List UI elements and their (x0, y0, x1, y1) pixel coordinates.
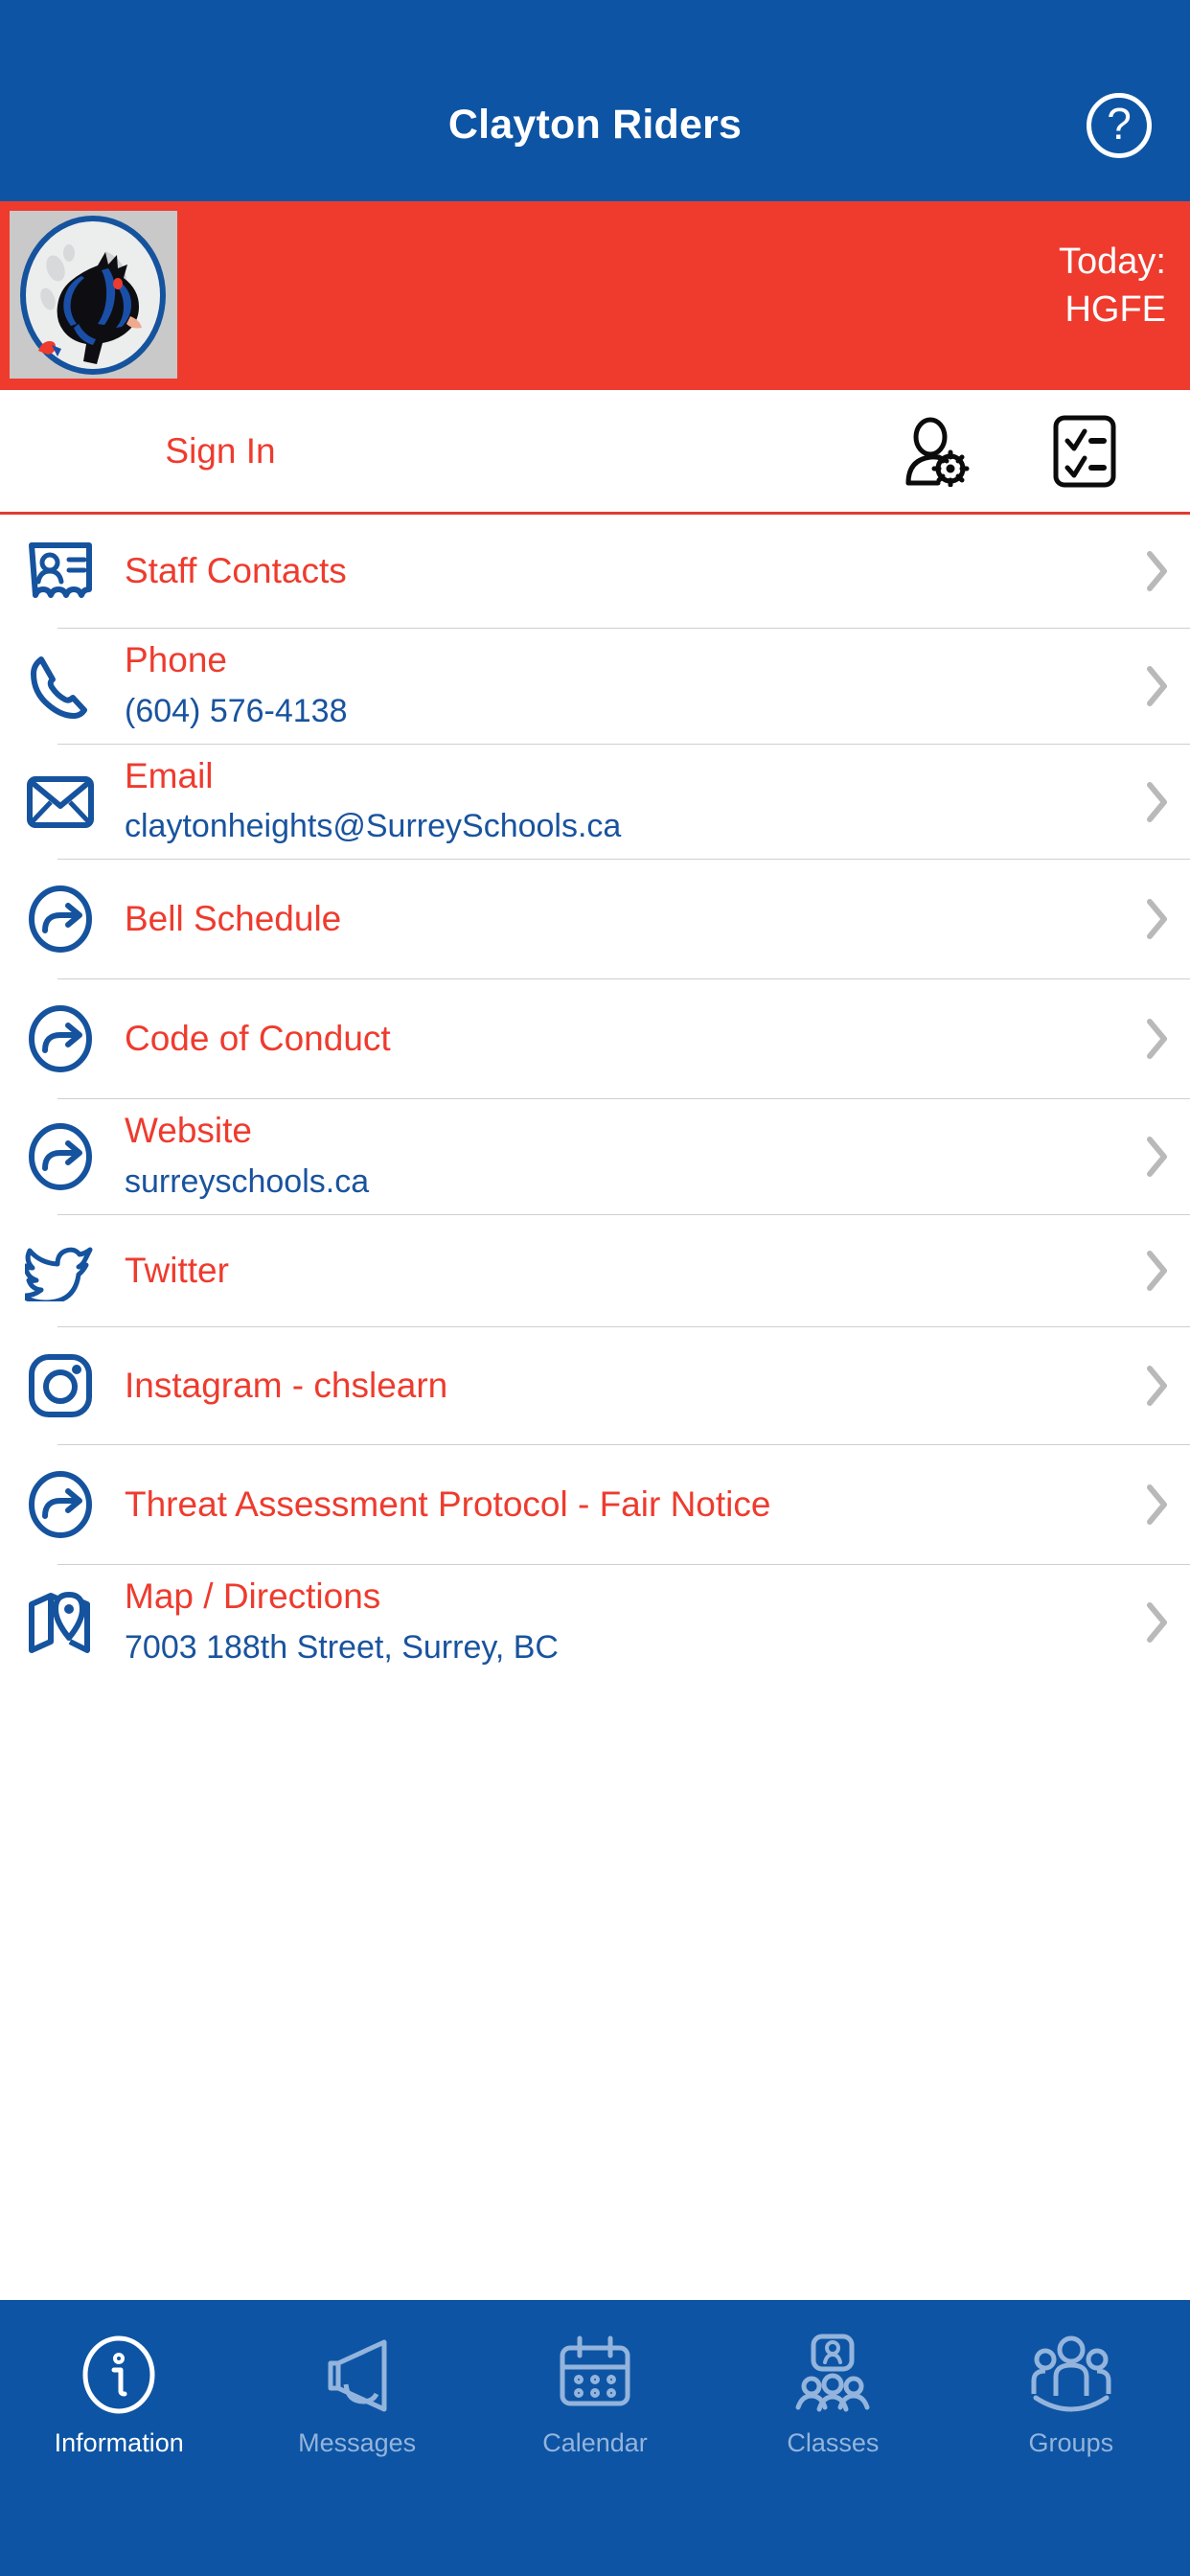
tab-groups[interactable]: Groups (952, 2300, 1190, 2458)
groups-icon (1027, 2331, 1115, 2419)
page-title: Clayton Riders (447, 102, 743, 148)
help-button[interactable]: ? (1087, 93, 1152, 158)
svg-text:?: ? (1107, 101, 1132, 149)
tab-label: Classes (787, 2428, 880, 2457)
list-item[interactable]: Staff Contacts (0, 515, 1190, 628)
chevron-right-icon (1133, 780, 1190, 824)
list-item[interactable]: Website surreyschools.ca (0, 1099, 1190, 1214)
bottom-tab-bar: Information Messages Calendar Classes Gr… (0, 2300, 1190, 2576)
chevron-right-icon (1133, 1017, 1190, 1061)
contact-card-icon (17, 540, 103, 603)
external-link-icon (17, 1004, 103, 1073)
external-link-icon (17, 1470, 103, 1539)
question-circle-icon: ? (1100, 101, 1138, 150)
external-link-icon (17, 1122, 103, 1191)
user-settings-icon[interactable] (899, 416, 970, 487)
tab-classes[interactable]: Classes (714, 2300, 951, 2458)
chevron-right-icon (1133, 1249, 1190, 1293)
tab-calendar[interactable]: Calendar (476, 2300, 714, 2458)
list-item-title: Map / Directions (125, 1576, 381, 1617)
information-list: Staff Contacts Phone (604) 576-4138 Emai… (0, 515, 1190, 1680)
list-item-subtitle: (604) 576-4138 (125, 692, 348, 729)
chevron-right-icon (1133, 1483, 1190, 1527)
envelope-icon (17, 773, 103, 831)
list-item[interactable]: Map / Directions 7003 188th Street, Surr… (0, 1565, 1190, 1680)
phone-icon (17, 652, 103, 721)
today-block: Today: HGFE (1059, 238, 1166, 334)
list-item[interactable]: Email claytonheights@SurreySchools.ca (0, 745, 1190, 860)
list-item-title: Email (125, 755, 214, 795)
chevron-right-icon (1133, 1364, 1190, 1408)
sign-in-button[interactable]: Sign In (0, 431, 441, 472)
list-item-subtitle: 7003 188th Street, Surrey, BC (125, 1628, 559, 1666)
instagram-icon (17, 1352, 103, 1419)
list-item-title: Bell Schedule (125, 899, 342, 939)
app-root: Clayton Riders ? Today: HGFE Sign In Sta… (0, 0, 1190, 2576)
list-item-title: Code of Conduct (125, 1019, 391, 1059)
tab-messages[interactable]: Messages (238, 2300, 475, 2458)
today-value: HGFE (1064, 289, 1166, 331)
list-item[interactable]: Phone (604) 576-4138 (0, 629, 1190, 744)
tab-label: Calendar (542, 2428, 648, 2457)
school-banner: Today: HGFE (0, 201, 1190, 390)
tab-label: Messages (298, 2428, 417, 2457)
list-item[interactable]: Threat Assessment Protocol - Fair Notice (0, 1445, 1190, 1564)
tab-information[interactable]: Information (0, 2300, 238, 2458)
list-item-title: Staff Contacts (125, 550, 347, 590)
app-header: Clayton Riders ? (0, 0, 1190, 201)
tab-label: Information (54, 2428, 184, 2457)
checklist-icon[interactable] (1051, 414, 1118, 489)
list-item[interactable]: Code of Conduct (0, 979, 1190, 1098)
chevron-right-icon (1133, 1135, 1190, 1179)
list-item[interactable]: Twitter (0, 1215, 1190, 1326)
list-item-title: Twitter (125, 1250, 229, 1290)
external-link-icon (17, 885, 103, 954)
list-item-title: Website (125, 1111, 252, 1151)
tab-label: Groups (1028, 2428, 1114, 2457)
list-item-subtitle: surreyschools.ca (125, 1163, 370, 1201)
list-item-title: Instagram - chslearn (125, 1365, 448, 1405)
chevron-right-icon (1133, 897, 1190, 941)
classes-icon (789, 2331, 877, 2419)
chevron-right-icon (1133, 664, 1190, 708)
info-circle-icon (75, 2331, 163, 2419)
signin-bar: Sign In (0, 390, 1190, 515)
chevron-right-icon (1133, 549, 1190, 593)
list-item-subtitle: claytonheights@SurreySchools.ca (125, 808, 622, 845)
list-item[interactable]: Instagram - chslearn (0, 1327, 1190, 1444)
chevron-right-icon (1133, 1600, 1190, 1644)
list-item-title: Threat Assessment Protocol - Fair Notice (125, 1484, 771, 1524)
list-item[interactable]: Bell Schedule (0, 860, 1190, 978)
map-pin-icon (17, 1589, 103, 1656)
today-label: Today: (1059, 242, 1166, 282)
school-logo (10, 211, 177, 379)
calendar-icon (551, 2331, 639, 2419)
megaphone-icon (313, 2331, 401, 2419)
list-item-title: Phone (125, 640, 227, 679)
twitter-icon (17, 1240, 103, 1302)
